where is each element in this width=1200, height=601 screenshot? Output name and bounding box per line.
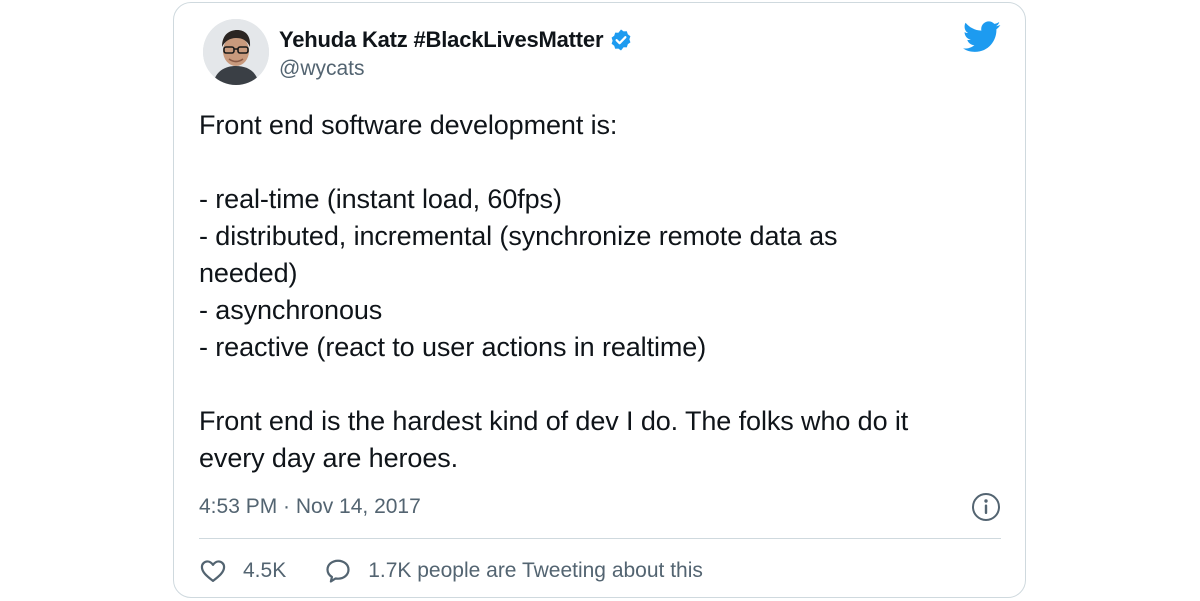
tweet-actions: 4.5K 1.7K people are Tweeting about this [199, 553, 703, 589]
tweet-text: Front end software development is: - rea… [199, 110, 909, 473]
author-display-name[interactable]: Yehuda Katz #BlackLivesMatter [279, 27, 604, 53]
conversation-text: 1.7K people are Tweeting about this [368, 559, 703, 582]
avatar[interactable] [203, 19, 269, 85]
twitter-bird-icon[interactable] [963, 21, 1001, 53]
speech-bubble-icon [324, 557, 352, 585]
verified-badge-icon [609, 28, 633, 52]
author-name-row: Yehuda Katz #BlackLivesMatter [279, 25, 633, 55]
author-block: Yehuda Katz #BlackLivesMatter @wycats [279, 25, 633, 81]
tweet-timestamp[interactable]: 4:53 PM · Nov 14, 2017 [199, 495, 421, 519]
divider [199, 538, 1001, 539]
info-icon[interactable] [971, 492, 1001, 522]
heart-icon [199, 557, 227, 585]
like-button[interactable]: 4.5K [199, 557, 286, 585]
conversation-link[interactable]: 1.7K people are Tweeting about this [324, 557, 703, 585]
like-count: 4.5K [243, 559, 287, 582]
tweet-card[interactable]: Yehuda Katz #BlackLivesMatter @wycats Fr… [173, 2, 1026, 598]
author-handle[interactable]: @wycats [279, 57, 633, 81]
tweet-meta-row: 4:53 PM · Nov 14, 2017 [199, 489, 1001, 525]
